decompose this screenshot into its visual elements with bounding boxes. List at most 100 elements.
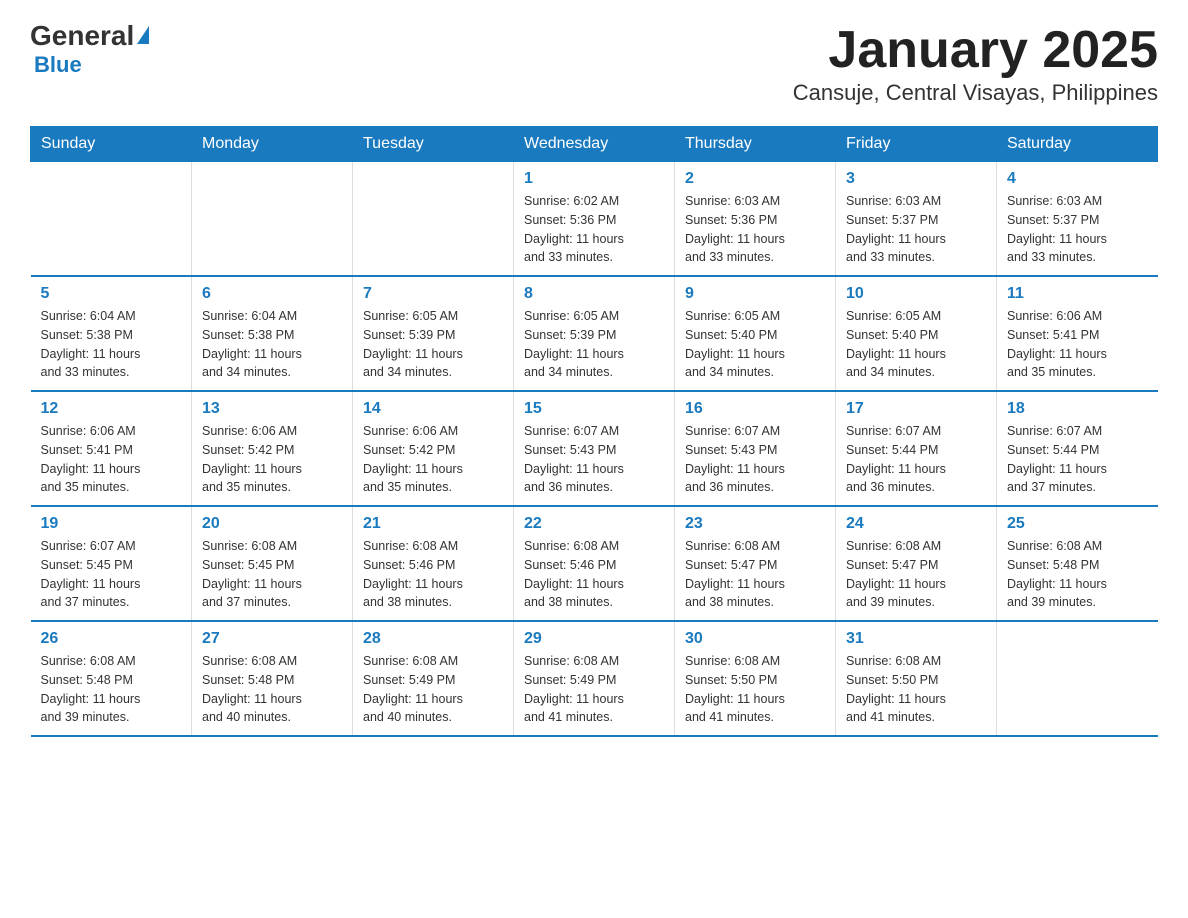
calendar-weekday-tuesday: Tuesday — [353, 127, 514, 162]
day-number: 21 — [363, 515, 503, 533]
logo-triangle-icon — [137, 26, 149, 44]
calendar-week-row: 1Sunrise: 6:02 AM Sunset: 5:36 PM Daylig… — [31, 162, 1158, 277]
calendar-day-cell: 2 Sunrise: 6:03 AM Sunset: 5:36 PM Daylig… — [675, 162, 836, 277]
calendar-day-cell: 8 Sunrise: 6:05 AM Sunset: 5:39 PM Daylig… — [514, 276, 675, 391]
calendar-week-row: 19 Sunrise: 6:07 AM Sunset: 5:45 PM Dayli… — [31, 506, 1158, 621]
calendar-body: 1Sunrise: 6:02 AM Sunset: 5:36 PM Daylig… — [31, 162, 1158, 737]
calendar-day-cell — [997, 621, 1158, 736]
calendar-day-cell: 23Sunrise: 6:08 AM Sunset: 5:47 PM Dayli… — [675, 506, 836, 621]
day-number: 20 — [202, 515, 342, 533]
day-number: 12 — [41, 400, 182, 418]
calendar-day-cell: 13Sunrise: 6:06 AM Sunset: 5:42 PM Dayli… — [192, 391, 353, 506]
calendar-day-cell: 26 Sunrise: 6:08 AM Sunset: 5:48 PM Dayli… — [31, 621, 192, 736]
calendar-day-cell: 4Sunrise: 6:03 AM Sunset: 5:37 PM Daylig… — [997, 162, 1158, 277]
day-number: 24 — [846, 515, 986, 533]
page-subtitle: Cansuje, Central Visayas, Philippines — [793, 80, 1158, 106]
day-number: 15 — [524, 400, 664, 418]
day-info: Sunrise: 6:06 AM Sunset: 5:41 PM Dayligh… — [41, 422, 182, 497]
day-info: Sunrise: 6:05 AM Sunset: 5:39 PM Dayligh… — [524, 307, 664, 382]
calendar-table: SundayMondayTuesdayWednesdayThursdayFrid… — [30, 126, 1158, 737]
logo-blue-text: Blue — [34, 52, 82, 77]
day-info: Sunrise: 6:08 AM Sunset: 5:45 PM Dayligh… — [202, 537, 342, 612]
calendar-day-cell: 5Sunrise: 6:04 AM Sunset: 5:38 PM Daylig… — [31, 276, 192, 391]
calendar-weekday-monday: Monday — [192, 127, 353, 162]
day-info: Sunrise: 6:06 AM Sunset: 5:41 PM Dayligh… — [1007, 307, 1148, 382]
calendar-day-cell: 28 Sunrise: 6:08 AM Sunset: 5:49 PM Dayli… — [353, 621, 514, 736]
day-number: 26 — [41, 630, 182, 648]
day-number: 14 — [363, 400, 503, 418]
day-number: 9 — [685, 285, 825, 303]
day-info: Sunrise: 6:07 AM Sunset: 5:45 PM Dayligh… — [41, 537, 182, 612]
day-info: Sunrise: 6:07 AM Sunset: 5:44 PM Dayligh… — [1007, 422, 1148, 497]
calendar-day-cell: 16 Sunrise: 6:07 AM Sunset: 5:43 PM Dayli… — [675, 391, 836, 506]
day-number: 29 — [524, 630, 664, 648]
calendar-day-cell: 20 Sunrise: 6:08 AM Sunset: 5:45 PM Dayli… — [192, 506, 353, 621]
calendar-day-cell: 9 Sunrise: 6:05 AM Sunset: 5:40 PM Daylig… — [675, 276, 836, 391]
day-number: 23 — [685, 515, 825, 533]
day-number: 25 — [1007, 515, 1148, 533]
day-number: 11 — [1007, 285, 1148, 303]
day-info: Sunrise: 6:08 AM Sunset: 5:48 PM Dayligh… — [202, 652, 342, 727]
calendar-header-row: SundayMondayTuesdayWednesdayThursdayFrid… — [31, 127, 1158, 162]
day-info: Sunrise: 6:08 AM Sunset: 5:49 PM Dayligh… — [524, 652, 664, 727]
day-info: Sunrise: 6:02 AM Sunset: 5:36 PM Dayligh… — [524, 192, 664, 267]
day-info: Sunrise: 6:05 AM Sunset: 5:40 PM Dayligh… — [685, 307, 825, 382]
day-number: 2 — [685, 170, 825, 188]
day-info: Sunrise: 6:04 AM Sunset: 5:38 PM Dayligh… — [41, 307, 182, 382]
day-info: Sunrise: 6:06 AM Sunset: 5:42 PM Dayligh… — [202, 422, 342, 497]
day-number: 8 — [524, 285, 664, 303]
calendar-weekday-thursday: Thursday — [675, 127, 836, 162]
calendar-day-cell: 15 Sunrise: 6:07 AM Sunset: 5:43 PM Dayli… — [514, 391, 675, 506]
calendar-day-cell — [192, 162, 353, 277]
calendar-day-cell: 1Sunrise: 6:02 AM Sunset: 5:36 PM Daylig… — [514, 162, 675, 277]
day-info: Sunrise: 6:03 AM Sunset: 5:36 PM Dayligh… — [685, 192, 825, 267]
day-info: Sunrise: 6:08 AM Sunset: 5:50 PM Dayligh… — [685, 652, 825, 727]
calendar-day-cell: 17Sunrise: 6:07 AM Sunset: 5:44 PM Dayli… — [836, 391, 997, 506]
calendar-weekday-saturday: Saturday — [997, 127, 1158, 162]
logo-general-text: General — [30, 20, 134, 52]
calendar-day-cell: 30 Sunrise: 6:08 AM Sunset: 5:50 PM Dayli… — [675, 621, 836, 736]
day-number: 4 — [1007, 170, 1148, 188]
calendar-day-cell: 24 Sunrise: 6:08 AM Sunset: 5:47 PM Dayli… — [836, 506, 997, 621]
logo: General Blue — [30, 20, 149, 78]
calendar-day-cell: 6Sunrise: 6:04 AM Sunset: 5:38 PM Daylig… — [192, 276, 353, 391]
day-number: 22 — [524, 515, 664, 533]
day-info: Sunrise: 6:08 AM Sunset: 5:47 PM Dayligh… — [846, 537, 986, 612]
page-title: January 2025 — [793, 20, 1158, 80]
day-info: Sunrise: 6:08 AM Sunset: 5:49 PM Dayligh… — [363, 652, 503, 727]
calendar-day-cell: 31 Sunrise: 6:08 AM Sunset: 5:50 PM Dayli… — [836, 621, 997, 736]
day-number: 18 — [1007, 400, 1148, 418]
day-info: Sunrise: 6:07 AM Sunset: 5:43 PM Dayligh… — [685, 422, 825, 497]
calendar-weekday-friday: Friday — [836, 127, 997, 162]
calendar-week-row: 12 Sunrise: 6:06 AM Sunset: 5:41 PM Dayli… — [31, 391, 1158, 506]
day-number: 27 — [202, 630, 342, 648]
calendar-day-cell: 10Sunrise: 6:05 AM Sunset: 5:40 PM Dayli… — [836, 276, 997, 391]
day-number: 30 — [685, 630, 825, 648]
calendar-day-cell: 19 Sunrise: 6:07 AM Sunset: 5:45 PM Dayli… — [31, 506, 192, 621]
day-info: Sunrise: 6:07 AM Sunset: 5:43 PM Dayligh… — [524, 422, 664, 497]
calendar-weekday-sunday: Sunday — [31, 127, 192, 162]
calendar-day-cell: 29 Sunrise: 6:08 AM Sunset: 5:49 PM Dayli… — [514, 621, 675, 736]
calendar-day-cell — [353, 162, 514, 277]
calendar-weekday-wednesday: Wednesday — [514, 127, 675, 162]
day-number: 16 — [685, 400, 825, 418]
calendar-day-cell: 3 Sunrise: 6:03 AM Sunset: 5:37 PM Daylig… — [836, 162, 997, 277]
day-info: Sunrise: 6:08 AM Sunset: 5:48 PM Dayligh… — [41, 652, 182, 727]
day-info: Sunrise: 6:06 AM Sunset: 5:42 PM Dayligh… — [363, 422, 503, 497]
calendar-day-cell: 14 Sunrise: 6:06 AM Sunset: 5:42 PM Dayli… — [353, 391, 514, 506]
title-section: January 2025 Cansuje, Central Visayas, P… — [793, 20, 1158, 106]
day-number: 19 — [41, 515, 182, 533]
calendar-day-cell — [31, 162, 192, 277]
calendar-week-row: 5Sunrise: 6:04 AM Sunset: 5:38 PM Daylig… — [31, 276, 1158, 391]
day-info: Sunrise: 6:08 AM Sunset: 5:50 PM Dayligh… — [846, 652, 986, 727]
day-number: 31 — [846, 630, 986, 648]
day-info: Sunrise: 6:03 AM Sunset: 5:37 PM Dayligh… — [846, 192, 986, 267]
calendar-day-cell: 7Sunrise: 6:05 AM Sunset: 5:39 PM Daylig… — [353, 276, 514, 391]
calendar-day-cell: 25Sunrise: 6:08 AM Sunset: 5:48 PM Dayli… — [997, 506, 1158, 621]
calendar-day-cell: 22Sunrise: 6:08 AM Sunset: 5:46 PM Dayli… — [514, 506, 675, 621]
day-number: 3 — [846, 170, 986, 188]
calendar-day-cell: 11 Sunrise: 6:06 AM Sunset: 5:41 PM Dayli… — [997, 276, 1158, 391]
day-number: 17 — [846, 400, 986, 418]
day-number: 28 — [363, 630, 503, 648]
day-number: 7 — [363, 285, 503, 303]
